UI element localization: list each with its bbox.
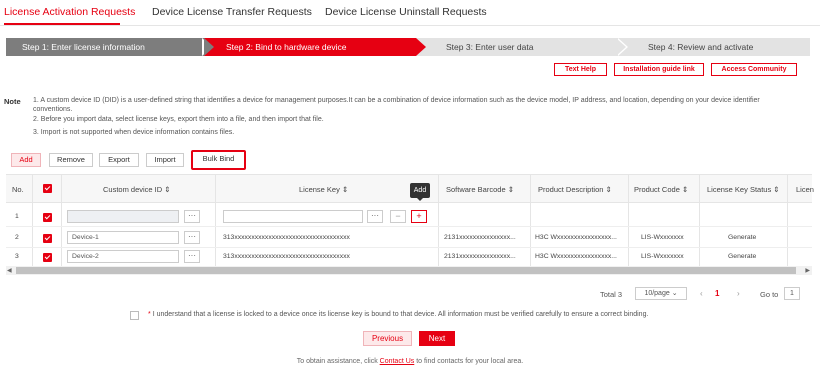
note-line-2: 2. Before you import data, select licens… xyxy=(33,116,324,123)
license-key-value: 313xxxxxxxxxxxxxxxxxxxxxxxxxxxxxxxxxx xyxy=(223,253,350,260)
step-4: Step 4: Review and activate xyxy=(648,42,754,52)
remove-row-button[interactable]: − xyxy=(390,210,406,223)
row-checkbox[interactable] xyxy=(43,253,52,262)
installation-guide-button[interactable]: Installation guide link xyxy=(614,63,704,76)
device-id-input[interactable]: Device-1 xyxy=(67,231,179,244)
step-2: Step 2: Bind to hardware device xyxy=(204,38,416,56)
tab-license-activation-requests[interactable]: License Activation Requests xyxy=(4,6,135,18)
import-button[interactable]: Import xyxy=(146,153,184,167)
active-tab-indicator xyxy=(4,23,120,25)
tab-device-license-uninstall-requests[interactable]: Device License Uninstall Requests xyxy=(325,6,487,18)
prev-page-icon[interactable]: ‹ xyxy=(700,289,703,298)
step-separator xyxy=(616,38,626,56)
header-software-barcode[interactable]: Software Barcode ⇕ xyxy=(446,185,514,194)
goto-page-input[interactable]: 1 xyxy=(784,287,800,300)
row-checkbox[interactable] xyxy=(43,234,52,243)
device-id-input[interactable]: Device-2 xyxy=(67,250,179,263)
add-button[interactable]: Add xyxy=(11,153,41,167)
row-number: 1 xyxy=(15,213,19,220)
request-tabs: License Activation Requests Device Licen… xyxy=(0,0,820,26)
header-license-truncated: Licen xyxy=(796,185,814,194)
note-label: Note xyxy=(4,97,21,106)
agreement-checkbox[interactable] xyxy=(130,311,139,320)
add-row-button[interactable]: + xyxy=(411,210,427,223)
step-3: Step 3: Enter user data xyxy=(446,42,534,52)
previous-button[interactable]: Previous xyxy=(363,331,412,346)
text-help-button[interactable]: Text Help xyxy=(554,63,607,76)
scrollbar-thumb[interactable] xyxy=(16,267,796,274)
header-no: No. xyxy=(12,185,24,194)
step-separator xyxy=(204,38,214,56)
export-button[interactable]: Export xyxy=(99,153,139,167)
next-button[interactable]: Next xyxy=(419,331,455,346)
product-description-value: H3C Wxxxxxxxxxxxxxxxx... xyxy=(535,253,617,260)
bulk-bind-highlight xyxy=(191,150,246,170)
license-key-input[interactable] xyxy=(223,210,363,223)
device-id-more-button[interactable]: ··· xyxy=(184,231,200,244)
device-id-input[interactable] xyxy=(67,210,179,223)
current-page[interactable]: 1 xyxy=(715,289,719,298)
tab-device-license-transfer-requests[interactable]: Device License Transfer Requests xyxy=(152,6,312,18)
add-row-tooltip: Add xyxy=(410,183,430,201)
license-key-more-button[interactable]: ··· xyxy=(367,210,383,223)
table-row: 1 ··· ··· − + xyxy=(6,207,812,227)
step-1: Step 1: Enter license information xyxy=(6,38,206,56)
step-separator xyxy=(416,38,426,56)
note-line-1-continued: conventions. xyxy=(33,106,73,113)
note-line-3: 3. Import is not supported when device i… xyxy=(33,129,235,136)
device-id-more-button[interactable]: ··· xyxy=(184,250,200,263)
header-product-code[interactable]: Product Code ⇕ xyxy=(634,185,688,194)
remove-button[interactable]: Remove xyxy=(49,153,93,167)
table-row: 2 Device-1 ··· 313xxxxxxxxxxxxxxxxxxxxxx… xyxy=(6,228,812,248)
header-product-description[interactable]: Product Description ⇕ xyxy=(538,185,612,194)
product-description-value: H3C Wxxxxxxxxxxxxxxxx... xyxy=(535,234,617,241)
software-barcode-value: 2131xxxxxxxxxxxxxxx... xyxy=(444,253,516,260)
total-count: Total 3 xyxy=(600,290,623,299)
contact-us-link[interactable]: Contact Us xyxy=(380,358,415,365)
note-line-1: 1. A custom device ID (DID) is a user-de… xyxy=(33,97,760,104)
product-code-value: LIS-Wxxxxxxx xyxy=(641,253,684,260)
table-row: 3 Device-2 ··· 313xxxxxxxxxxxxxxxxxxxxxx… xyxy=(6,247,812,267)
row-number: 2 xyxy=(15,234,19,241)
goto-label: Go to xyxy=(760,290,779,299)
license-key-status-value: Generate xyxy=(728,253,757,260)
table-header-row: No. Custom device ID ⇕ License Key ⇕ Sof… xyxy=(6,175,814,203)
license-key-value: 313xxxxxxxxxxxxxxxxxxxxxxxxxxxxxxxxxx xyxy=(223,234,350,241)
scroll-right-arrow-icon[interactable]: ▶ xyxy=(805,267,810,274)
access-community-button[interactable]: Access Community xyxy=(711,63,797,76)
row-number: 3 xyxy=(15,253,19,260)
page-size-select[interactable]: 10/page ⌄ xyxy=(635,287,687,300)
next-page-icon[interactable]: › xyxy=(737,289,740,298)
select-all-checkbox[interactable] xyxy=(43,184,52,193)
product-code-value: LIS-Wxxxxxxx xyxy=(641,234,684,241)
license-key-status-value: Generate xyxy=(728,234,757,241)
step-progress-bar: Step 1: Enter license information Step 2… xyxy=(6,38,810,56)
scroll-left-arrow-icon[interactable]: ◀ xyxy=(7,267,12,274)
software-barcode-value: 2131xxxxxxxxxxxxxxx... xyxy=(444,234,516,241)
row-checkbox[interactable] xyxy=(43,213,52,222)
header-license-key[interactable]: License Key ⇕ xyxy=(299,185,348,194)
header-license-key-status[interactable]: License Key Status ⇕ xyxy=(707,185,780,194)
header-custom-device-id[interactable]: Custom device ID ⇕ xyxy=(103,185,171,194)
device-binding-table: No. Custom device ID ⇕ License Key ⇕ Sof… xyxy=(6,174,814,270)
table-horizontal-scrollbar[interactable]: ◀ ▶ xyxy=(6,266,812,275)
assistance-footer: To obtain assistance, click Contact Us t… xyxy=(296,358,524,365)
agreement-text: * I understand that a license is locked … xyxy=(148,311,649,318)
device-id-more-button[interactable]: ··· xyxy=(184,210,200,223)
